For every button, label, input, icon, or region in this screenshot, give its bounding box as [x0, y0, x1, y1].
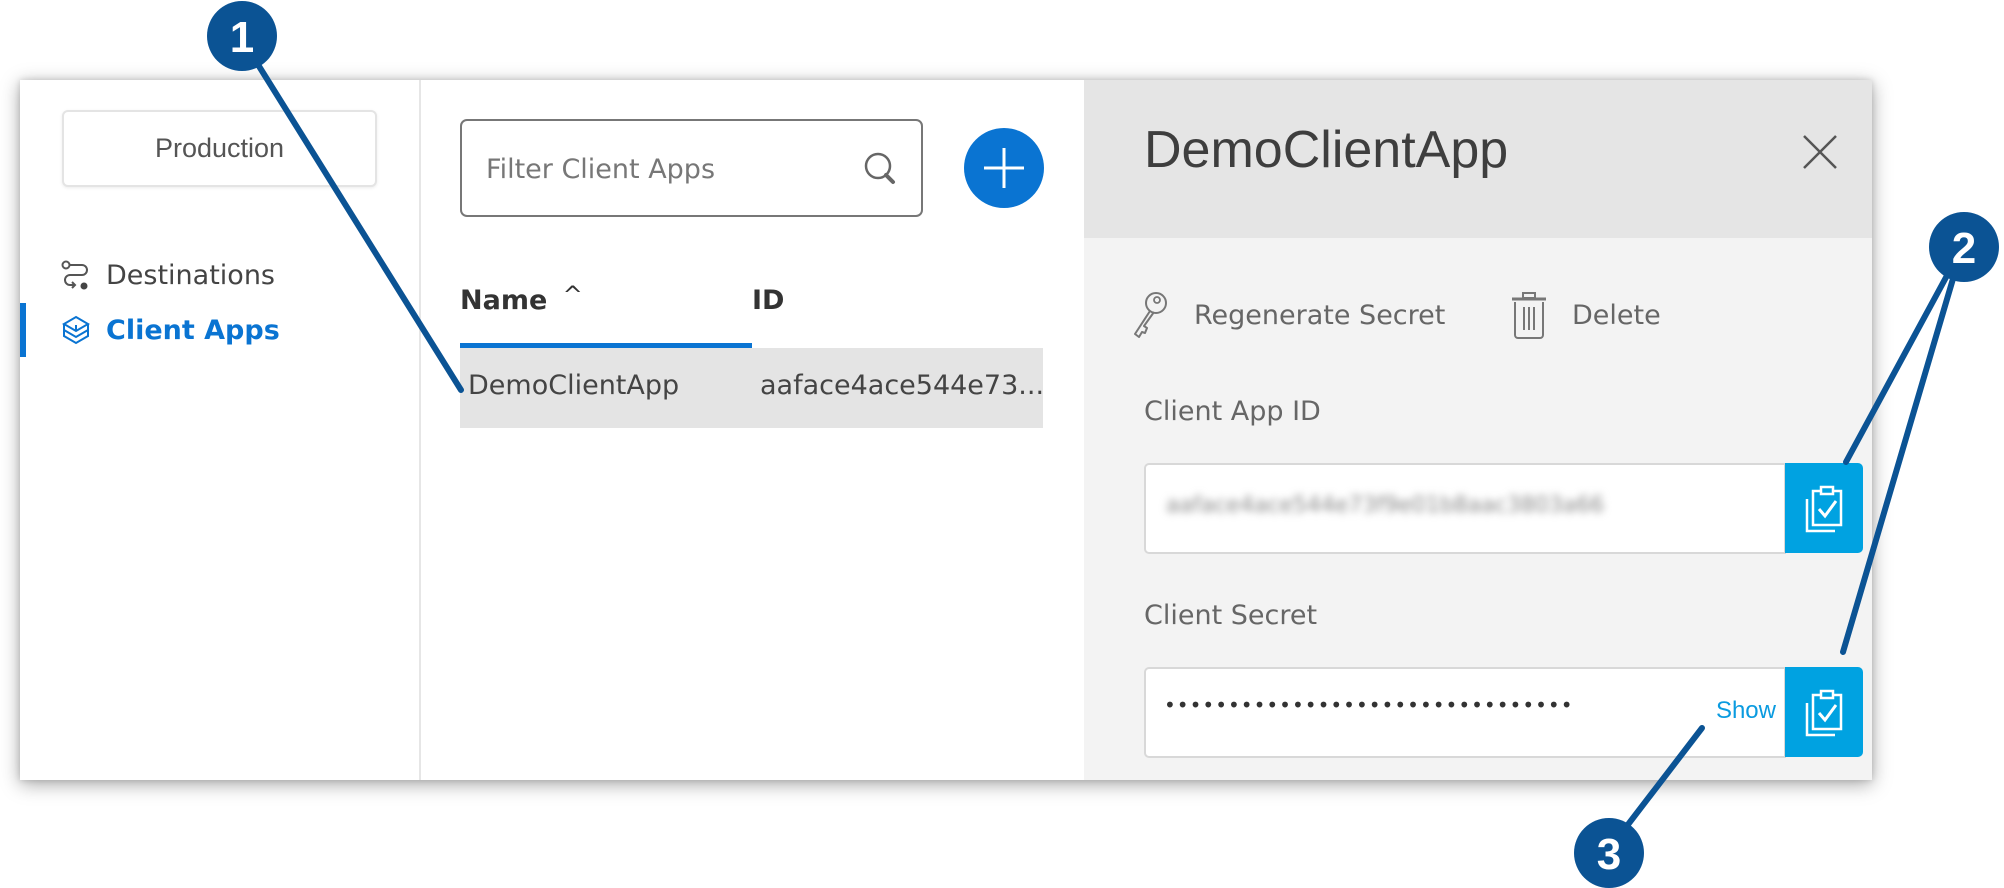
filter-search-box [460, 119, 923, 217]
callout-3-marker [1574, 818, 1644, 888]
detail-header: DemoClientApp [1084, 80, 1872, 238]
column-header-label: Name [460, 285, 548, 316]
clipboard-check-icon [1805, 485, 1843, 533]
app-window: Production Destinations Client Apps Filt… [20, 80, 1872, 780]
regenerate-secret-button[interactable]: Regenerate Secret [1130, 290, 1445, 340]
client-app-id-value: aaface4ace544e73f9e01b8aac3803a66 [1166, 493, 1605, 518]
sidebar-item-label: Client Apps [106, 314, 280, 346]
column-header-id[interactable]: ID [752, 285, 784, 316]
plus-icon [984, 148, 1024, 188]
client-apps-list-pane: Name ^ ID DemoClientApp aaface4ace544e73… [421, 80, 1084, 780]
callout-2-marker [1929, 212, 1999, 282]
copy-client-secret-button[interactable] [1785, 667, 1863, 757]
trash-icon [1512, 292, 1546, 339]
client-secret-masked-value: •••••••••••••••••••••••••••••••• [1164, 693, 1574, 717]
sidebar-item-destinations[interactable]: Destinations [20, 248, 419, 302]
callout-2-number: 2 [1952, 224, 1976, 273]
key-icon [1134, 292, 1167, 338]
sidebar-item-client-apps[interactable]: Client Apps [20, 303, 419, 357]
detail-title: DemoClientApp [1144, 121, 1509, 179]
sort-ascending-icon: ^ [562, 281, 583, 309]
sidebar-item-label: Destinations [106, 259, 276, 291]
copy-client-app-id-button[interactable] [1785, 463, 1863, 553]
filter-client-apps-input[interactable] [484, 121, 848, 217]
column-header-name[interactable]: Name ^ [460, 281, 583, 316]
row-name-cell: DemoClientApp [468, 370, 680, 401]
close-icon[interactable] [1800, 132, 1840, 172]
cube-icon [62, 315, 90, 345]
client-secret-label: Client Secret [1144, 600, 1318, 631]
environment-selector-button[interactable]: Production [62, 110, 377, 187]
sidebar: Production Destinations Client Apps [20, 80, 421, 780]
table-row[interactable]: DemoClientApp aaface4ace544e73... [460, 348, 1045, 428]
client-app-id-field[interactable]: aaface4ace544e73f9e01b8aac3803a66 [1144, 463, 1786, 554]
clipboard-check-icon [1805, 689, 1843, 737]
route-icon [61, 260, 88, 290]
show-secret-link[interactable]: Show [1716, 697, 1776, 725]
client-app-detail-panel: DemoClientApp Regenerate Secret Delete C… [1084, 80, 1872, 780]
callout-1-number: 1 [230, 13, 254, 62]
callout-3-number: 3 [1597, 830, 1621, 879]
delete-label: Delete [1572, 299, 1661, 331]
add-client-app-button[interactable] [964, 128, 1044, 208]
regenerate-secret-label: Regenerate Secret [1194, 299, 1446, 331]
search-icon[interactable] [863, 151, 899, 187]
delete-button[interactable]: Delete [1510, 290, 1661, 340]
client-secret-field[interactable]: •••••••••••••••••••••••••••••••• Show [1144, 667, 1786, 758]
client-app-id-label: Client App ID [1144, 396, 1321, 427]
row-id-cell: aaface4ace544e73... [760, 370, 1045, 401]
callout-1-marker [207, 1, 277, 71]
